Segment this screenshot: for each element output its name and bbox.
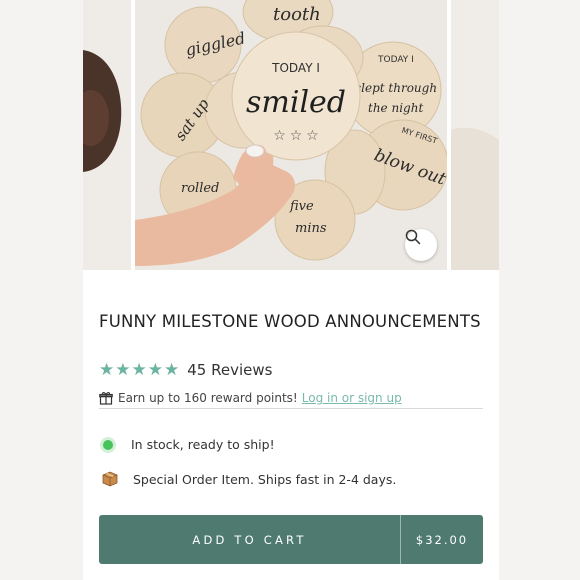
star-icon: ★ (164, 360, 180, 379)
rewards-row: Earn up to 160 reward points! Log in or … (99, 391, 402, 405)
star-rating: ★ ★ ★ ★ ★ (99, 360, 179, 380)
disc-smiled: smiled (246, 85, 346, 120)
special-order-note: Special Order Item. Ships fast in 2-4 da… (101, 470, 396, 488)
disc-the-night: the night (368, 101, 423, 115)
package-icon (102, 471, 118, 487)
special-text: Special Order Item. Ships fast in 2-4 da… (133, 471, 397, 487)
login-signup-link[interactable]: Log in or sign up (302, 391, 402, 405)
disc-slept: slept through (355, 81, 437, 95)
star-icon: ★ (99, 360, 115, 379)
magnifier-icon (405, 229, 421, 245)
divider (99, 408, 483, 409)
add-to-cart-button[interactable]: ADD TO CART $32.00 (99, 515, 483, 564)
star-icon: ★ (131, 360, 147, 379)
star-icon: ★ (115, 360, 131, 379)
stock-text: In stock, ready to ship! (131, 437, 275, 452)
product-title: FUNNY MILESTONE WOOD ANNOUNCEMENTS (99, 312, 481, 331)
gallery-image: giggled tooth sat up slept through the n… (83, 0, 499, 270)
add-to-cart-label: ADD TO CART (192, 532, 307, 547)
product-card: giggled tooth sat up slept through the n… (83, 0, 499, 580)
stars-decoration: ☆ ☆ ☆ (273, 127, 318, 143)
disc-today-i-small: TODAY I (377, 55, 414, 65)
gift-icon (99, 392, 113, 405)
product-image-gallery[interactable]: giggled tooth sat up slept through the n… (83, 0, 499, 270)
disc-mins: mins (295, 221, 327, 236)
star-icon: ★ (147, 360, 163, 379)
stock-status: In stock, ready to ship! (103, 437, 275, 452)
disc-tooth: tooth (273, 4, 321, 25)
price: $32.00 (415, 532, 469, 547)
rewards-text: Earn up to 160 reward points! (118, 391, 298, 405)
zoom-button[interactable] (405, 229, 437, 261)
reviews-link[interactable]: 45 Reviews (187, 361, 272, 379)
disc-rolled: rolled (181, 181, 219, 196)
rating-row[interactable]: ★ ★ ★ ★ ★ 45 Reviews (99, 360, 272, 380)
disc-today-i: TODAY I (271, 61, 320, 75)
disc-five: five (289, 199, 314, 214)
in-stock-dot-icon (103, 439, 113, 450)
